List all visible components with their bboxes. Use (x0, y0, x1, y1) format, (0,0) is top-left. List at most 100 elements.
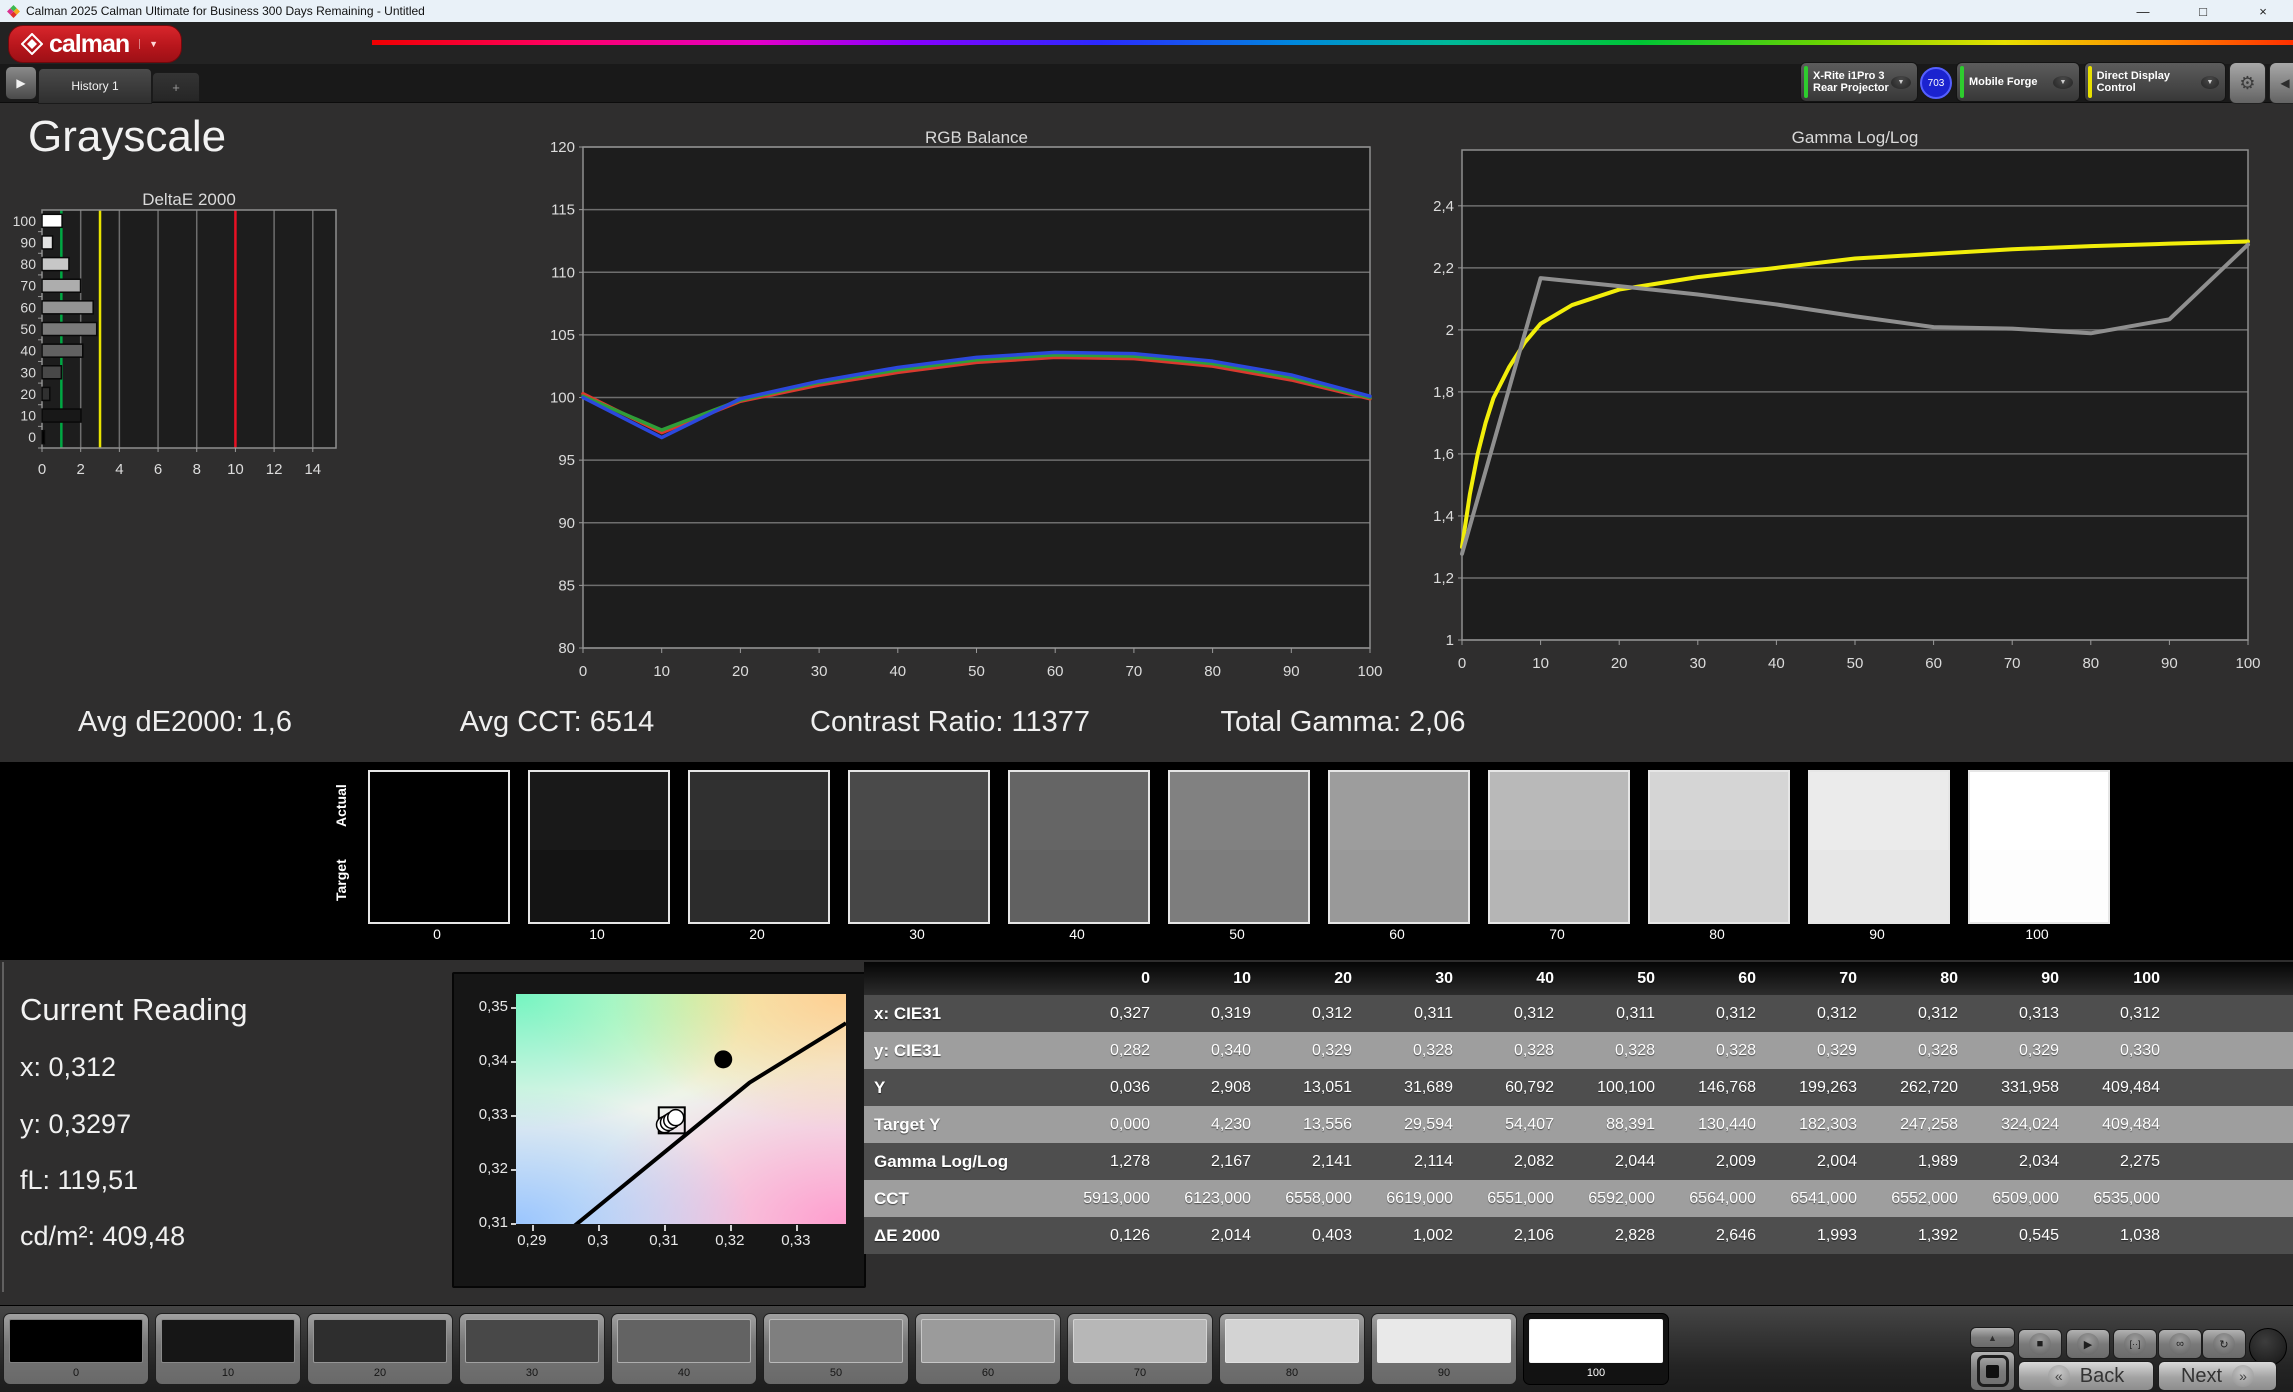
swatch-level-label: 30 (909, 926, 925, 942)
table-row: x: CIE31 0,327 0,319 0,312 0,311 0,312 0,311 0,… (864, 995, 2293, 1032)
pattern-level-button-100[interactable]: 100 (1523, 1313, 1669, 1385)
target-half (850, 850, 988, 922)
calman-menu-button[interactable]: calman ▼ (8, 25, 182, 63)
meter-dropdown[interactable]: X-Rite i1Pro 3 Rear Projector ▼ (1800, 62, 1918, 102)
svg-text:30: 30 (1689, 655, 1706, 672)
actual-half (1330, 772, 1468, 850)
pattern-level-button-80[interactable]: 80 (1219, 1313, 1365, 1385)
pattern-swatch (465, 1319, 599, 1363)
close-icon[interactable]: × (2233, 0, 2293, 22)
pattern-level-button-50[interactable]: 50 (763, 1313, 909, 1385)
target-half (1330, 850, 1468, 922)
table-cell: 182,303 (1799, 1115, 1857, 1133)
tab-history-1[interactable]: History 1 (38, 68, 152, 104)
pattern-level-label: 60 (981, 1367, 995, 1379)
svg-text:95: 95 (558, 452, 575, 469)
table-cell: 130,440 (1698, 1115, 1756, 1133)
table-col-header: 0 (1141, 969, 1150, 987)
svg-text:0: 0 (1458, 655, 1466, 672)
cie-x-tick: 0,3 (587, 1232, 609, 1249)
cie-y-tick: 0,31 (478, 1213, 508, 1231)
actual-row-label: Actual (333, 784, 349, 827)
table-cell: 0,282 (1109, 1041, 1150, 1059)
swatch-level-label: 80 (1709, 926, 1725, 942)
expand-up-icon[interactable]: ▲ (1970, 1327, 2015, 1348)
actual-half (850, 772, 988, 850)
table-cell: 2,167 (1210, 1152, 1251, 1170)
table-cell: 0,329 (1311, 1041, 1352, 1059)
table-cell: 2,034 (2018, 1152, 2059, 1170)
table-row-label: CCT (874, 1188, 909, 1208)
pattern-level-button-40[interactable]: 40 (611, 1313, 757, 1385)
pattern-level-button-30[interactable]: 30 (459, 1313, 605, 1385)
table-cell: 5913,000 (1083, 1189, 1150, 1207)
pattern-level-button-70[interactable]: 70 (1067, 1313, 1213, 1385)
target-half (1490, 850, 1628, 922)
svg-text:4: 4 (115, 461, 123, 478)
pattern-level-button-10[interactable]: 10 (155, 1313, 301, 1385)
collapse-panel-icon[interactable]: ◀ (2269, 62, 2293, 104)
stop-button[interactable]: ■ (2018, 1329, 2062, 1359)
grayscale-swatch-20 (688, 770, 830, 924)
pattern-swatch (1529, 1319, 1663, 1363)
table-cell: 0,312 (1311, 1004, 1352, 1022)
grayscale-swatch-10 (528, 770, 670, 924)
table-cell: 2,014 (1210, 1226, 1251, 1244)
pattern-swatch (9, 1319, 143, 1363)
meter-status-stripe (1804, 66, 1808, 98)
pattern-level-button-20[interactable]: 20 (307, 1313, 453, 1385)
target-half (530, 850, 668, 922)
pattern-level-button-60[interactable]: 60 (915, 1313, 1061, 1385)
pattern-level-button-0[interactable]: 0 (3, 1313, 149, 1385)
table-cell: 2,828 (1614, 1226, 1655, 1244)
range-button[interactable]: [··] (2113, 1329, 2157, 1359)
table-cell: 2,044 (1614, 1152, 1655, 1170)
continuous-button[interactable]: ∞ (2158, 1329, 2202, 1359)
svg-text:2: 2 (77, 461, 85, 478)
pattern-level-label: 90 (1437, 1367, 1451, 1379)
display-control-status-stripe (2088, 66, 2092, 98)
table-col-header: 30 (1435, 969, 1453, 987)
table-cell: 6564,000 (1689, 1189, 1756, 1207)
chevron-down-icon: ▼ (2053, 75, 2073, 89)
maximize-icon[interactable]: □ (2173, 0, 2233, 22)
source-dropdown[interactable]: Mobile Forge ▼ (1956, 62, 2080, 102)
table-cell: 0,330 (2119, 1041, 2160, 1059)
table-cell: 2,908 (1210, 1078, 1251, 1096)
svg-text:80: 80 (20, 256, 36, 272)
history-nav-icon[interactable]: ▶ (5, 66, 37, 100)
table-cell: 2,004 (1816, 1152, 1857, 1170)
pattern-level-label: 70 (1133, 1367, 1147, 1379)
panel-divider (2, 962, 4, 1292)
cie-overlay (573, 1021, 848, 1228)
table-cell: 6123,000 (1184, 1189, 1251, 1207)
play-button[interactable]: ▶ (2066, 1329, 2110, 1359)
chart-canvas: 80 85 90 95 100 105 110 115 120 0 10 20 30 40 50 60 70 80… (550, 139, 1383, 680)
table-cell: 13,051 (1303, 1078, 1352, 1096)
table-cell: 262,720 (1900, 1078, 1958, 1096)
back-chevron-icon: « (2047, 1365, 2070, 1387)
table-cell: 2,009 (1715, 1152, 1756, 1170)
window-pattern-button[interactable] (1970, 1351, 2015, 1391)
grayscale-swatch-70 (1488, 770, 1630, 924)
meter-badge[interactable]: 703 (1920, 67, 1952, 99)
table-col-header: 20 (1334, 969, 1352, 987)
table-cell: 100,100 (1597, 1078, 1655, 1096)
grayscale-swatch-60 (1328, 770, 1470, 924)
deltae-bar-0 (41, 429, 46, 445)
minimize-icon[interactable]: — (2113, 0, 2173, 22)
back-button[interactable]: « Back (2018, 1361, 2154, 1391)
pattern-level-button-90[interactable]: 90 (1371, 1313, 1517, 1385)
gear-icon[interactable]: ⚙ (2229, 62, 2266, 104)
next-button[interactable]: Next » (2158, 1361, 2277, 1391)
display-control-dropdown[interactable]: Direct Display Control ▼ (2084, 62, 2226, 102)
loop-button[interactable]: ↻ (2202, 1329, 2246, 1359)
source-name: Mobile Forge (1969, 76, 2038, 88)
reference-point (714, 1050, 733, 1069)
measured-point (666, 1108, 685, 1127)
table-cell: 6541,000 (1790, 1189, 1857, 1207)
add-tab-button[interactable]: + (152, 72, 200, 102)
table-cell: 6551,000 (1487, 1189, 1554, 1207)
actual-half (1650, 772, 1788, 850)
grayscale-swatch-30 (848, 770, 990, 924)
